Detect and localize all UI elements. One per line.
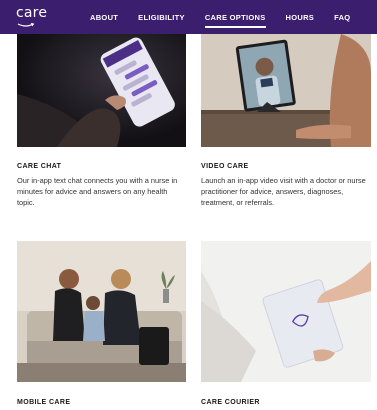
nav-hours-link[interactable]: HOURS <box>286 13 315 22</box>
tablet-video-illustration <box>201 34 371 147</box>
nav-eligibility-link[interactable]: ELIGIBILITY <box>138 13 185 22</box>
main-menu: ABOUT ELIGIBILITY CARE OPTIONS HOURS FAQ <box>90 0 370 34</box>
nav-about-link[interactable]: ABOUT <box>90 13 118 22</box>
video-care-photo <box>201 34 371 147</box>
logo-smile-icon <box>17 23 35 27</box>
care-chat-title: CARE CHAT <box>17 163 62 170</box>
care-courier-photo <box>201 241 371 382</box>
mobile-care-title: MOBILE CARE <box>17 399 71 406</box>
courier-package-illustration <box>201 241 371 382</box>
phone-in-hand-illustration <box>17 34 186 147</box>
home-visit-illustration <box>17 241 186 382</box>
care-chat-photo <box>17 34 186 147</box>
nav-care-options-link[interactable]: CARE OPTIONS <box>204 13 266 28</box>
care-chat-description: Our in-app text chat connects you with a… <box>17 176 178 207</box>
brand-logo[interactable]: care <box>16 5 47 21</box>
mobile-care-photo <box>17 241 186 382</box>
nav-faq-link[interactable]: FAQ <box>334 13 350 22</box>
care-courier-title: CARE COURIER <box>201 399 260 406</box>
video-care-description: Launch an in-app video visit with a doct… <box>201 176 366 207</box>
top-nav: care ABOUT ELIGIBILITY CARE OPTIONS HOUR… <box>0 0 377 34</box>
video-care-title: VIDEO CARE <box>201 163 249 170</box>
